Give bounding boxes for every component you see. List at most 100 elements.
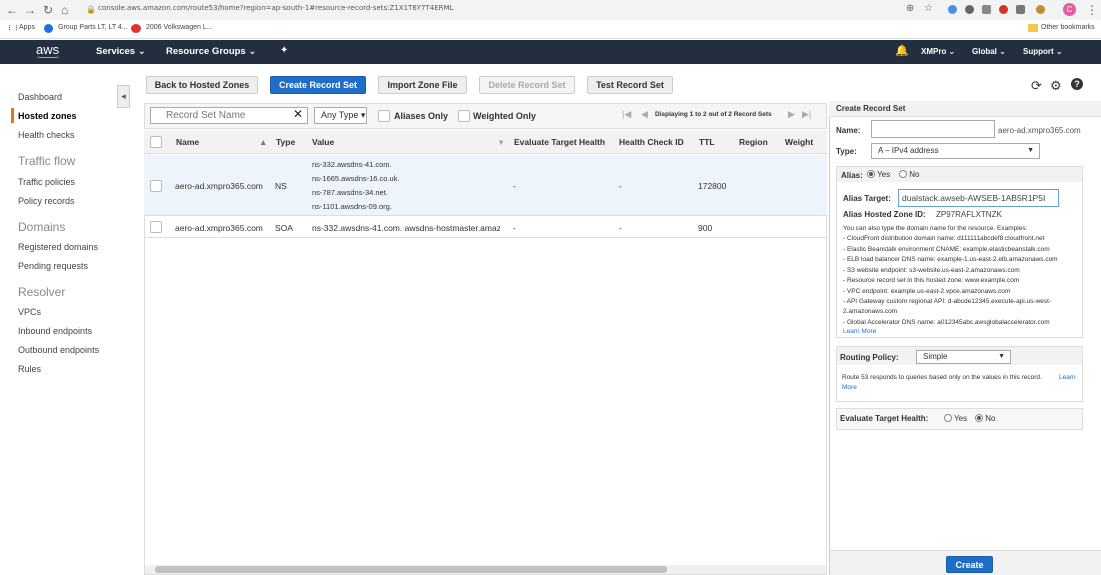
table-row[interactable]: aero-ad.xmpro365.com SOA ns-332.awsdns-4… [144, 217, 827, 238]
scrollbar-thumb[interactable] [155, 566, 667, 573]
test-record-set-button[interactable]: Test Record Set [587, 76, 673, 94]
learn-more-link[interactable]: Learn More [843, 327, 876, 338]
panel-title: Create Record Set [829, 101, 1101, 117]
bell-icon[interactable]: 🔔 [895, 44, 909, 57]
weighted-only-checkbox[interactable] [458, 110, 470, 122]
bookmark-apps[interactable]: Apps [19, 24, 35, 31]
create-record-set-button[interactable]: Create Record Set [270, 76, 366, 94]
alias-yes-radio[interactable]: Yes [867, 170, 890, 179]
record-value: ns-787.awsdns-34.net. [312, 188, 388, 197]
delete-record-set-button[interactable]: Delete Record Set [479, 76, 575, 94]
table-row[interactable]: aero-ad.xmpro365.com NS ns-332.awsdns-41… [144, 155, 827, 216]
routing-more-link[interactable]: More [842, 383, 857, 394]
browser-toolbar: ← → ↻ ⌂ 🔒 console.aws.amazon.com/route53… [0, 0, 1101, 20]
apps-grid-icon[interactable]: ⋮⋮ [6, 24, 20, 32]
region-menu[interactable]: Global ⌄ [972, 47, 1006, 56]
extension-icon[interactable] [948, 5, 957, 14]
record-health-check: - [619, 181, 622, 191]
sidebar-item-rules[interactable]: Rules [18, 364, 41, 374]
bookmark-group-parts[interactable]: Group Parts LT, LT 4... [58, 24, 128, 31]
alias-target-input[interactable]: dualstack.awseb-AWSEB-1AB5R1P5I [898, 189, 1059, 207]
sidebar-item-registered-domains[interactable]: Registered domains [18, 242, 98, 252]
aws-smile-icon [37, 55, 59, 58]
column-evaluate-target-health[interactable]: Evaluate Target Health [514, 137, 605, 147]
back-to-hosted-zones-button[interactable]: Back to Hosted Zones [146, 76, 258, 94]
lock-icon: 🔒 [86, 5, 96, 14]
sidebar-item-dashboard[interactable]: Dashboard [18, 92, 62, 102]
resource-groups-menu[interactable]: Resource Groups ⌄ [166, 46, 256, 57]
active-indicator [11, 108, 14, 123]
name-input[interactable] [871, 120, 995, 138]
extension-icon[interactable] [965, 5, 974, 14]
profile-avatar[interactable]: C [1063, 3, 1076, 16]
pinterest-icon[interactable] [999, 5, 1008, 14]
column-region[interactable]: Region [739, 137, 768, 147]
other-bookmarks[interactable]: Other bookmarks [1041, 24, 1095, 31]
record-name: aero-ad.xmpro365.com [175, 181, 263, 191]
sidebar-item-hosted-zones[interactable]: Hosted zones [18, 111, 77, 121]
home-icon[interactable]: ⌂ [61, 3, 68, 17]
type-filter-select[interactable]: Any Type ▾ [314, 107, 367, 124]
support-menu[interactable]: Support ⌄ [1023, 47, 1063, 56]
zoom-icon[interactable]: ⊕ [906, 3, 914, 14]
import-zone-file-button[interactable]: Import Zone File [378, 76, 467, 94]
clear-search-icon[interactable]: ✕ [293, 107, 303, 121]
radio-on-icon [867, 170, 875, 178]
eval-yes-radio[interactable]: Yes [944, 414, 967, 423]
column-value-dropdown-icon[interactable]: ▾ [499, 137, 503, 148]
extension-icon[interactable] [1036, 5, 1045, 14]
column-weight[interactable]: Weight [785, 137, 813, 147]
record-evaluate-health: - [513, 223, 516, 233]
radio-on-icon [975, 414, 983, 422]
prev-page-icon[interactable]: ◀ [641, 109, 648, 120]
sidebar-item-outbound-endpoints[interactable]: Outbound endpoints [18, 345, 99, 355]
row-checkbox[interactable] [150, 221, 162, 233]
bookmark-volkswagen[interactable]: 2006 Volkswagen L... [146, 24, 213, 31]
folder-icon [1028, 24, 1038, 32]
gear-icon[interactable]: ⚙ [1050, 78, 1062, 94]
help-line: - API Gateway custom regional API: d-abc… [843, 298, 1052, 305]
type-select[interactable]: A – IPv4 address ▼ [871, 143, 1040, 159]
column-health-check-id[interactable]: Health Check ID [619, 137, 684, 147]
next-page-icon[interactable]: ▶ [788, 109, 795, 120]
sidebar-item-traffic-policies[interactable]: Traffic policies [18, 177, 75, 187]
radio-off-icon [944, 414, 952, 422]
gmail-icon[interactable] [982, 5, 991, 14]
routing-learn-link[interactable]: Learn [1059, 373, 1076, 384]
eval-no-radio[interactable]: No [975, 414, 995, 423]
select-all-checkbox[interactable] [150, 136, 162, 148]
sidebar-item-vpcs[interactable]: VPCs [18, 307, 41, 317]
sidebar-item-policy-records[interactable]: Policy records [18, 196, 75, 206]
row-checkbox[interactable] [150, 180, 162, 192]
menu-icon[interactable]: ⋮ [1086, 3, 1098, 17]
last-page-icon[interactable]: ▶| [802, 109, 811, 120]
reload-icon[interactable]: ↻ [43, 3, 53, 17]
address-bar[interactable]: console.aws.amazon.com/route53/home?regi… [98, 4, 453, 12]
extension-icon[interactable] [1016, 5, 1025, 14]
account-menu[interactable]: XMPro ⌄ [921, 47, 955, 56]
record-set-search-input[interactable]: Record Set Name [150, 107, 308, 124]
alias-no-radio[interactable]: No [899, 170, 919, 179]
sidebar-item-pending-requests[interactable]: Pending requests [18, 261, 88, 271]
column-value[interactable]: Value [312, 137, 334, 147]
sort-asc-icon[interactable]: ▲ [259, 137, 267, 147]
column-type[interactable]: Type [276, 137, 295, 147]
bookmark-favicon-icon [131, 24, 141, 33]
pin-icon[interactable]: ✦ [280, 45, 288, 56]
first-page-icon[interactable]: |◀ [622, 109, 631, 120]
column-ttl[interactable]: TTL [699, 137, 715, 147]
help-icon[interactable]: ? [1071, 78, 1083, 90]
refresh-icon[interactable]: ⟳ [1031, 78, 1042, 94]
aliases-only-checkbox[interactable] [378, 110, 390, 122]
sidebar-item-health-checks[interactable]: Health checks [18, 130, 75, 140]
column-name[interactable]: Name [176, 137, 199, 147]
services-menu[interactable]: Services ⌄ [96, 46, 146, 57]
routing-policy-select[interactable]: Simple ▼ [916, 350, 1011, 364]
sidebar-item-inbound-endpoints[interactable]: Inbound endpoints [18, 326, 92, 336]
radio-off-icon [899, 170, 907, 178]
forward-arrow-icon[interactable]: → [24, 3, 36, 17]
collapse-sidebar-button[interactable]: ◂ [117, 85, 130, 108]
back-arrow-icon[interactable]: ← [6, 3, 18, 17]
create-button[interactable]: Create [946, 556, 993, 573]
star-icon[interactable]: ☆ [924, 3, 933, 14]
